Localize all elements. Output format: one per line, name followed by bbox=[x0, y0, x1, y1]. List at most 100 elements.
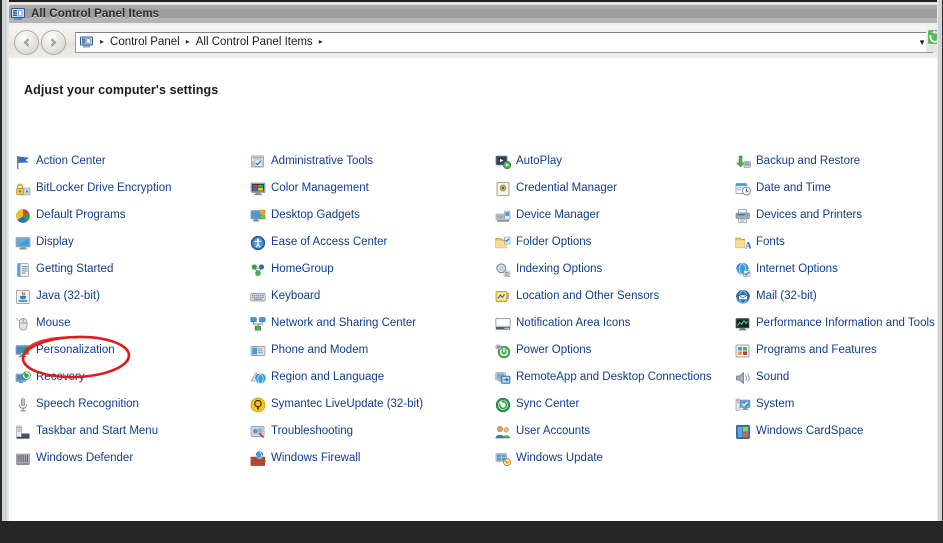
cp-item-sync-center[interactable]: Sync Center bbox=[495, 391, 735, 418]
cp-item-region-and-language[interactable]: Region and Language bbox=[250, 364, 495, 391]
cp-item-label: Personalization bbox=[36, 344, 115, 356]
cp-item-label: Date and Time bbox=[756, 182, 831, 194]
cp-item-label: Credential Manager bbox=[516, 182, 618, 194]
cp-item-location-and-other-sensors[interactable]: Location and Other Sensors bbox=[495, 283, 735, 310]
color-management-icon bbox=[250, 181, 266, 197]
backup-restore-icon bbox=[735, 154, 751, 170]
window-titlebar[interactable]: All Control Panel Items bbox=[0, 0, 943, 26]
cp-item-label: User Accounts bbox=[516, 425, 591, 437]
cp-item-label: Symantec LiveUpdate (32-bit) bbox=[271, 398, 424, 410]
desktop-gadgets-icon bbox=[250, 208, 266, 224]
cp-item-performance-information-and-tools[interactable]: Performance Information and Tools bbox=[735, 310, 935, 337]
cp-item-ease-of-access-center[interactable]: Ease of Access Center bbox=[250, 229, 495, 256]
mail-icon bbox=[735, 289, 751, 305]
cp-item-personalization[interactable]: Personalization bbox=[15, 337, 250, 364]
cp-item-label: Network and Sharing Center bbox=[271, 317, 417, 329]
taskbar-icon bbox=[15, 424, 31, 440]
breadcrumb-item-0[interactable]: Control Panel bbox=[109, 36, 181, 48]
cp-item-devices-and-printers[interactable]: Devices and Printers bbox=[735, 202, 933, 229]
programs-features-icon bbox=[735, 343, 751, 359]
control-panel-window: All Control Panel Items ▸ Control Panel … bbox=[0, 0, 943, 521]
default-programs-icon bbox=[15, 208, 31, 224]
breadcrumb-separator-0[interactable]: ▸ bbox=[98, 38, 106, 46]
cp-item-device-manager[interactable]: Device Manager bbox=[495, 202, 735, 229]
cp-item-label: Location and Other Sensors bbox=[516, 290, 660, 302]
recovery-icon bbox=[15, 370, 31, 386]
cp-item-java-32-bit[interactable]: Java (32-bit) bbox=[15, 283, 250, 310]
cp-item-credential-manager[interactable]: Credential Manager bbox=[495, 175, 735, 202]
back-button[interactable] bbox=[14, 29, 39, 55]
breadcrumb-separator-1[interactable]: ▸ bbox=[184, 38, 192, 46]
cp-item-windows-update[interactable]: Windows Update bbox=[495, 445, 735, 472]
cp-item-system[interactable]: System bbox=[735, 391, 933, 418]
cp-item-fonts[interactable]: A Fonts bbox=[735, 229, 933, 256]
cp-item-internet-options[interactable]: Internet Options bbox=[735, 256, 933, 283]
cp-item-indexing-options[interactable]: Indexing Options bbox=[495, 256, 735, 283]
defender-icon bbox=[15, 451, 31, 467]
cp-item-label: Device Manager bbox=[516, 209, 600, 221]
cp-item-mail-32-bit[interactable]: Mail (32-bit) bbox=[735, 283, 933, 310]
cp-item-color-management[interactable]: Color Management bbox=[250, 175, 495, 202]
cp-item-network-and-sharing-center[interactable]: Network and Sharing Center bbox=[250, 310, 495, 337]
cp-item-label: Windows Defender bbox=[36, 452, 134, 464]
cp-item-bitlocker-drive-encryption[interactable]: BitLocker Drive Encryption bbox=[15, 175, 250, 202]
cp-item-remoteapp-and-desktop-connections[interactable]: RemoteApp and Desktop Connections bbox=[495, 364, 735, 391]
cp-item-label: Mail (32-bit) bbox=[756, 290, 817, 302]
cp-item-taskbar-and-start-menu[interactable]: Taskbar and Start Menu bbox=[15, 418, 250, 445]
cp-item-windows-cardspace[interactable]: Windows CardSpace bbox=[735, 418, 933, 445]
cp-item-getting-started[interactable]: Getting Started bbox=[15, 256, 250, 283]
cp-item-homegroup[interactable]: HomeGroup bbox=[250, 256, 495, 283]
cp-item-phone-and-modem[interactable]: Phone and Modem bbox=[250, 337, 495, 364]
cp-item-label: Ease of Access Center bbox=[271, 236, 388, 248]
cp-item-speech-recognition[interactable]: Speech Recognition bbox=[15, 391, 250, 418]
cp-item-windows-defender[interactable]: Windows Defender bbox=[15, 445, 250, 472]
cp-item-display[interactable]: Display bbox=[15, 229, 250, 256]
forward-button[interactable] bbox=[41, 29, 66, 55]
cp-item-mouse[interactable]: Mouse bbox=[15, 310, 250, 337]
cp-item-label: Speech Recognition bbox=[36, 398, 139, 410]
cp-item-label: Performance Information and Tools bbox=[756, 317, 935, 329]
cp-item-notification-area-icons[interactable]: Notification Area Icons bbox=[495, 310, 735, 337]
cp-item-default-programs[interactable]: Default Programs bbox=[15, 202, 250, 229]
cp-item-folder-options[interactable]: Folder Options bbox=[495, 229, 735, 256]
cp-item-date-and-time[interactable]: Date and Time bbox=[735, 175, 933, 202]
cp-item-recovery[interactable]: Recovery bbox=[15, 364, 250, 391]
remoteapp-icon bbox=[495, 370, 511, 386]
desktop-bottom-band bbox=[0, 521, 943, 543]
indexing-options-icon bbox=[495, 262, 511, 278]
cp-item-action-center[interactable]: Action Center bbox=[15, 148, 250, 175]
cp-item-programs-and-features[interactable]: Programs and Features bbox=[735, 337, 933, 364]
address-control-panel-icon[interactable] bbox=[79, 34, 95, 50]
cp-item-label: Internet Options bbox=[756, 263, 838, 275]
cp-item-sound[interactable]: Sound bbox=[735, 364, 933, 391]
folder-options-icon bbox=[495, 235, 511, 251]
cp-item-label: Recovery bbox=[36, 371, 85, 383]
cp-item-keyboard[interactable]: Keyboard bbox=[250, 283, 495, 310]
getting-started-icon bbox=[15, 262, 31, 278]
address-bar[interactable]: ▸ Control Panel ▸ All Control Panel Item… bbox=[75, 31, 933, 53]
credential-manager-icon bbox=[495, 181, 511, 197]
cp-item-desktop-gadgets[interactable]: Desktop Gadgets bbox=[250, 202, 495, 229]
cp-item-label: Troubleshooting bbox=[271, 425, 354, 437]
cp-item-troubleshooting[interactable]: Troubleshooting bbox=[250, 418, 495, 445]
firewall-icon bbox=[250, 450, 266, 467]
cp-item-administrative-tools[interactable]: Administrative Tools bbox=[250, 148, 495, 175]
breadcrumb-item-1[interactable]: All Control Panel Items bbox=[195, 36, 314, 48]
cp-item-label: AutoPlay bbox=[516, 155, 563, 167]
cp-item-symantec-liveupdate-32-bit[interactable]: Symantec LiveUpdate (32-bit) bbox=[250, 391, 495, 418]
cp-item-backup-and-restore[interactable]: Backup and Restore bbox=[735, 148, 933, 175]
flag-icon bbox=[15, 154, 31, 170]
cp-item-label: Indexing Options bbox=[516, 263, 603, 275]
cp-item-power-options[interactable]: Power Options bbox=[495, 337, 735, 364]
breadcrumb-separator-2[interactable]: ▸ bbox=[317, 38, 325, 46]
items-column-3: AutoPlay Credential Manager Device Manag… bbox=[495, 148, 735, 472]
items-column-2: Administrative Tools Color Management De… bbox=[250, 148, 495, 472]
cp-item-autoplay[interactable]: AutoPlay bbox=[495, 148, 735, 175]
keyboard-icon bbox=[250, 289, 266, 305]
cp-item-windows-firewall[interactable]: Windows Firewall bbox=[250, 445, 495, 472]
cp-item-user-accounts[interactable]: User Accounts bbox=[495, 418, 735, 445]
cp-item-label: Display bbox=[36, 236, 74, 248]
cp-item-label: Desktop Gadgets bbox=[271, 209, 360, 221]
performance-icon bbox=[735, 316, 751, 332]
cp-item-label: Backup and Restore bbox=[756, 155, 861, 167]
